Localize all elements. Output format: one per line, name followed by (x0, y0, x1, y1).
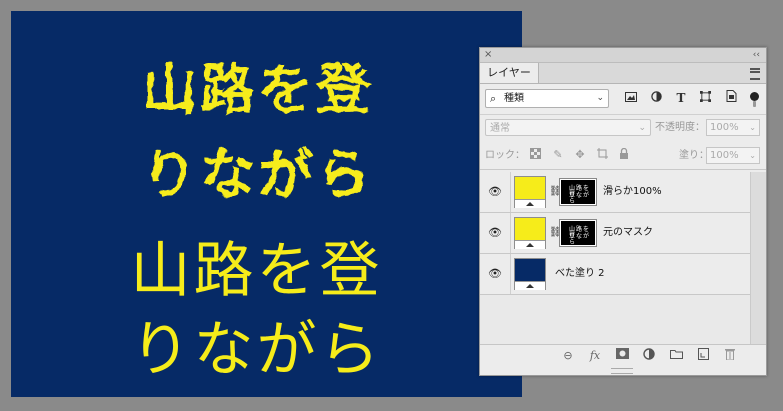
thumbnail-strip (515, 240, 545, 249)
layer-thumbnail[interactable] (514, 176, 546, 208)
filter-toggle-stem (753, 101, 756, 107)
lock-artboard-icon[interactable] (595, 148, 609, 162)
visibility-eye-icon[interactable]: 👁 (488, 268, 502, 280)
resize-grip[interactable] (611, 368, 633, 374)
clean-text-line-1: 山路を登 (130, 236, 383, 306)
mask-link-icon[interactable]: ⛓ (549, 185, 562, 199)
smart-object-filter-icon[interactable] (723, 90, 739, 106)
layer-mask-thumbnail[interactable]: 山路を登 りながら (559, 178, 597, 206)
chevron-down-icon: ⌄ (596, 93, 604, 103)
filter-kind-select[interactable]: ⌕ 種類 ⌄ (485, 89, 609, 108)
thumbnail-strip (515, 199, 545, 208)
layer-thumbnail[interactable] (514, 258, 546, 290)
fx-icon[interactable]: fx (587, 348, 603, 364)
layer-row[interactable]: 👁 べた塗り 2 (480, 254, 750, 295)
search-icon: ⌕ (490, 92, 497, 105)
divider (510, 254, 511, 294)
opacity-value: 100% (710, 122, 739, 133)
add-mask-icon[interactable] (614, 348, 630, 364)
divider (510, 172, 511, 212)
fill-label: 塗り： (679, 150, 709, 161)
layer-name[interactable]: 元のマスク (603, 225, 653, 241)
mask-link-icon[interactable]: ⛓ (549, 226, 562, 240)
link-layers-icon[interactable]: ⊖ (560, 348, 576, 364)
blend-row: 通常 ⌄ 不透明度： 100% ⌄ (480, 115, 766, 141)
lock-transparent-pixels-icon[interactable] (528, 148, 542, 162)
new-group-icon[interactable] (668, 348, 684, 364)
shape-filter-icon[interactable] (697, 90, 713, 106)
lock-label: ロック： (485, 150, 525, 161)
close-icon[interactable]: × (484, 48, 492, 62)
layer-list-scrollbar[interactable] (750, 172, 766, 344)
fill-value: 100% (710, 150, 739, 161)
mask-text-2: りながら (569, 192, 591, 205)
chevron-down-icon: ⌄ (749, 123, 756, 132)
panel-menu-icon[interactable] (750, 68, 760, 80)
lock-image-pixels-icon[interactable]: ✎ (551, 148, 565, 162)
filter-kind-label: 種類 (504, 93, 524, 104)
new-adjustment-icon[interactable] (641, 348, 657, 364)
rough-text-line-1: 山路を登 (142, 58, 375, 121)
image-filter-icon[interactable] (623, 90, 639, 106)
collapse-icon[interactable]: ‹‹ (753, 48, 760, 62)
mask-text-2: りながら (569, 233, 591, 246)
layers-panel: × ‹‹ レイヤー ⌕ 種類 ⌄ T 通常 ⌄ 不透明度： 100% ⌄ ロック… (479, 47, 767, 376)
blend-mode-value: 通常 (490, 123, 510, 134)
document-canvas[interactable]: 山路を登 りながら 山路を登 りながら (11, 11, 522, 397)
clean-text-line-2: りながら (130, 315, 383, 385)
layer-name[interactable]: べた塗り 2 (555, 266, 605, 282)
layer-name[interactable]: 滑らか100% (603, 184, 662, 200)
visibility-eye-icon[interactable]: 👁 (488, 186, 502, 198)
layer-mask-thumbnail[interactable]: 山路を登 りながら (559, 219, 597, 247)
layer-row[interactable]: 👁 ⛓ 山路を登 りながら 元のマスク (480, 213, 750, 254)
panel-bottom-bar: ⊖ fx (480, 344, 766, 367)
chevron-down-icon: ⌄ (638, 123, 646, 133)
thumbnail-strip (515, 281, 545, 290)
chevron-down-icon: ⌄ (749, 151, 756, 160)
delete-icon[interactable] (722, 348, 738, 364)
blend-mode-select[interactable]: 通常 ⌄ (485, 119, 651, 136)
opacity-label: 不透明度： (655, 122, 705, 133)
opacity-field[interactable]: 100% ⌄ (706, 119, 760, 136)
rough-text-line-2: りながら (142, 143, 375, 206)
layer-thumbnail[interactable] (514, 217, 546, 249)
visibility-eye-icon[interactable]: 👁 (488, 227, 502, 239)
new-layer-icon[interactable] (695, 348, 711, 364)
type-filter-icon[interactable]: T (673, 90, 689, 106)
filter-toggle[interactable] (750, 92, 759, 101)
tab-layers[interactable]: レイヤー (480, 63, 539, 83)
filter-row: ⌕ 種類 ⌄ T (480, 84, 766, 115)
adjustment-filter-icon[interactable] (648, 90, 664, 106)
layer-row[interactable]: 👁 ⛓ 山路を登 りながら 滑らか100% (480, 172, 750, 213)
thumbnail-fill (515, 218, 545, 240)
layer-list: 👁 ⛓ 山路を登 りながら 滑らか100% 👁 ⛓ 山路を登 りながら 元のマス… (480, 172, 750, 344)
lock-row: ロック： ✎ ✥ 塗り： 100% ⌄ (480, 142, 766, 170)
lock-all-icon[interactable] (617, 147, 631, 162)
fill-field[interactable]: 100% ⌄ (706, 147, 760, 164)
panel-tabbar: レイヤー (480, 63, 766, 84)
divider (510, 213, 511, 253)
thumbnail-fill (515, 177, 545, 199)
thumbnail-fill (515, 259, 545, 281)
panel-titlebar[interactable]: × ‹‹ (480, 48, 766, 63)
lock-position-icon[interactable]: ✥ (573, 148, 587, 162)
